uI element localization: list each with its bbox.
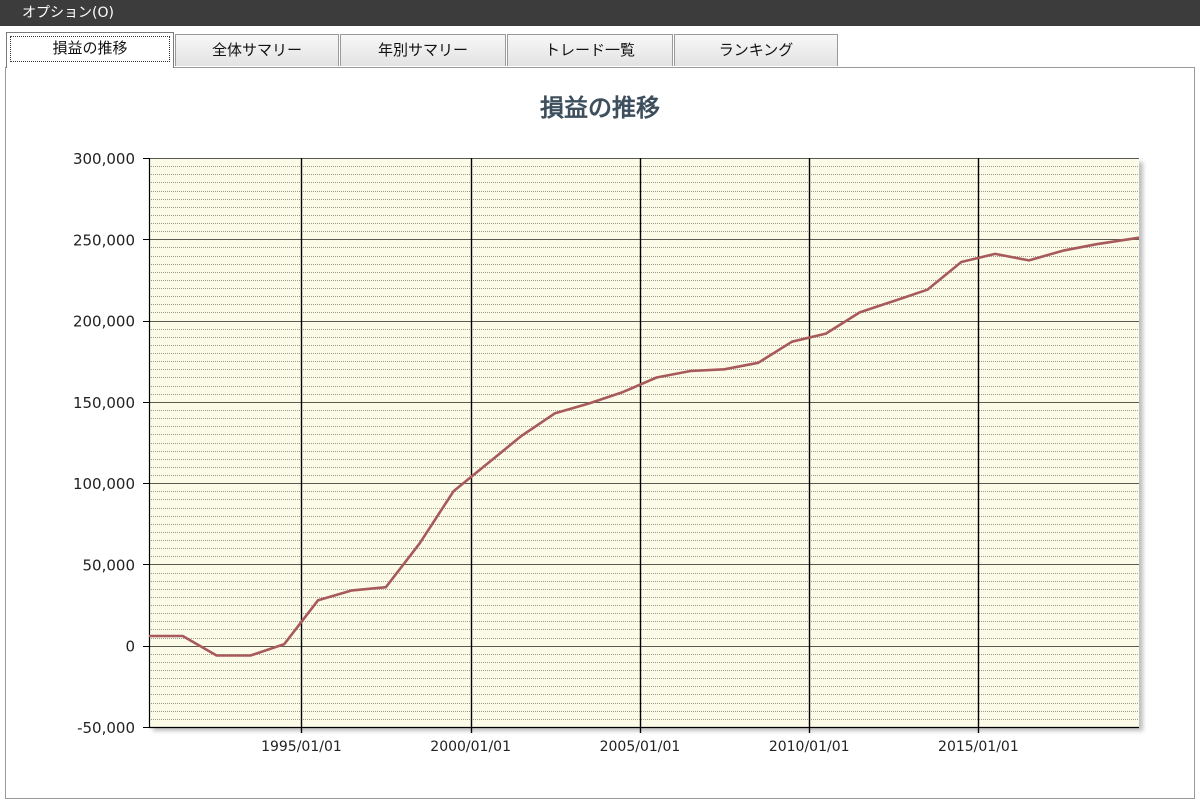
x-tick-label: 2015/01/01 <box>938 739 1019 755</box>
x-axis-ticks: 1995/01/01 2000/01/01 2005/01/01 2010/01/01… <box>261 739 1019 755</box>
y-tick-label: -50,000 <box>77 719 135 737</box>
x-tick-label: 2005/01/01 <box>600 739 681 755</box>
y-axis-ticks: 300,000 250,000 200,000 150,000 100,000 50,00… <box>73 150 149 737</box>
y-tick-label: 150,000 <box>73 394 135 412</box>
tab-profit-trend[interactable]: 損益の推移 <box>6 32 174 68</box>
y-tick-label: 300,000 <box>73 150 135 168</box>
x-tick-label: 1995/01/01 <box>261 739 342 755</box>
y-tick-label: 0 <box>125 638 135 656</box>
chart-title: 損益の推移 <box>540 94 660 122</box>
x-tick-label: 2010/01/01 <box>769 739 850 755</box>
y-tick-label: 250,000 <box>73 231 135 249</box>
plot-area <box>149 158 1139 727</box>
y-tick-label: 50,000 <box>83 556 136 574</box>
profit-trend-chart: 損益の推移 300,000 250,000 200,000 150,000 100,00… <box>73 94 1140 755</box>
y-tick-label: 100,000 <box>73 475 135 493</box>
y-tick-label: 200,000 <box>73 313 135 331</box>
tab-label: 損益の推移 <box>52 39 128 57</box>
x-tick-label: 2000/01/01 <box>430 739 511 755</box>
